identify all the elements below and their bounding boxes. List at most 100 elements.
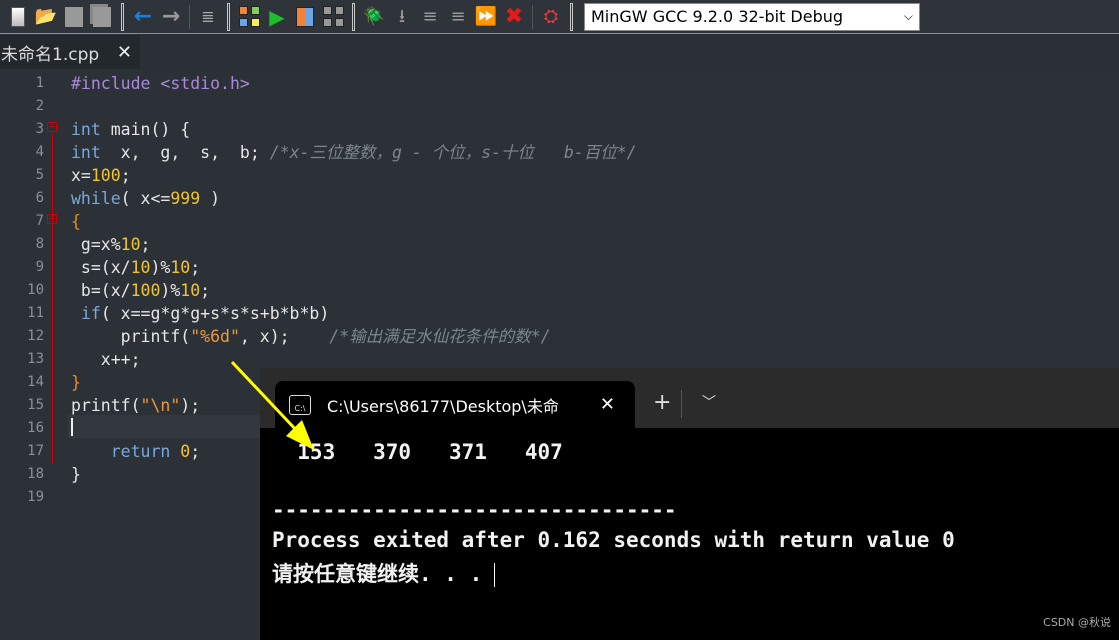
save-all-icon[interactable] bbox=[90, 5, 114, 29]
code-token: 10 bbox=[180, 281, 201, 300]
code-line: printf("%6d", x); /*输出满足水仙花条件的数*/ bbox=[71, 325, 551, 348]
close-icon[interactable]: ✕ bbox=[117, 42, 132, 63]
code-token: 0 bbox=[180, 442, 191, 461]
code-token: /*输出满足水仙花条件的数*/ bbox=[329, 327, 551, 346]
code-token: printf( bbox=[71, 327, 191, 346]
code-line: } bbox=[71, 463, 81, 486]
terminal-line: Process exited after 0.162 seconds with … bbox=[272, 528, 955, 552]
code-token: { bbox=[71, 212, 81, 231]
new-tab-button[interactable]: + bbox=[653, 390, 671, 415]
terminal-line: 153 370 371 407 bbox=[272, 440, 563, 464]
toolbar: 📂 ← → ≣ ▶ 🪲 ⭳ ≡ ≡ ⏩ ✖ ⛭ MinGW GCC 9.2.0 … bbox=[0, 0, 1119, 34]
fold-toggle-icon[interactable] bbox=[47, 122, 57, 132]
back-arrow-icon[interactable]: ← bbox=[131, 5, 155, 29]
toolbar-divider bbox=[532, 4, 533, 29]
compiler-select-value: MinGW GCC 9.2.0 32-bit Debug bbox=[591, 7, 844, 26]
chevron-down-icon[interactable]: ﹀ bbox=[702, 392, 716, 412]
code-line: x++; bbox=[71, 348, 141, 371]
new-file-icon[interactable] bbox=[6, 5, 30, 29]
code-token: ; bbox=[120, 166, 131, 185]
close-icon[interactable]: ✕ bbox=[600, 394, 615, 415]
toolbar-separator bbox=[227, 2, 230, 31]
code-token: } bbox=[71, 465, 81, 484]
line-number: 15 bbox=[27, 397, 44, 413]
code-token: ); bbox=[180, 396, 201, 415]
terminal-cursor bbox=[494, 563, 496, 587]
line-number: 3 bbox=[35, 121, 44, 137]
terminal-line: 请按任意键继续. . . bbox=[272, 558, 496, 588]
chevron-down-icon: ⌵ bbox=[903, 9, 913, 23]
debug-bug-icon[interactable]: 🪲 bbox=[362, 5, 386, 29]
toolbar-separator bbox=[570, 2, 573, 31]
code-token: g=x% bbox=[71, 235, 121, 254]
line-number: 1 bbox=[35, 75, 44, 91]
step-icon[interactable]: ⭳ bbox=[390, 5, 414, 29]
save-icon[interactable] bbox=[62, 5, 86, 29]
open-folder-icon[interactable]: 📂 bbox=[34, 5, 58, 29]
line-number: 4 bbox=[35, 144, 44, 160]
code-token: printf( bbox=[71, 396, 141, 415]
code-token: while bbox=[71, 189, 121, 208]
code-line: while( x<=999 ) bbox=[71, 187, 220, 210]
terminal-tab-title: C:\Users\86177\Desktop\未命 bbox=[327, 396, 559, 416]
code-token: #include <stdio.h> bbox=[71, 74, 250, 93]
file-tab-bar: 未命名1.cpp ✕ bbox=[0, 35, 1119, 69]
forward-arrow-icon[interactable]: → bbox=[159, 5, 183, 29]
stop-icon[interactable]: ✖ bbox=[502, 5, 526, 29]
line-number: 6 bbox=[35, 190, 44, 206]
compiler-select[interactable]: MinGW GCC 9.2.0 32-bit Debug ⌵ bbox=[584, 2, 920, 31]
code-token: 100 bbox=[130, 281, 161, 300]
line-number: 11 bbox=[27, 305, 44, 321]
toolbar-separator bbox=[121, 2, 124, 31]
line-number: 2 bbox=[35, 98, 44, 114]
tab-divider bbox=[681, 390, 682, 418]
code-token: "%6d" bbox=[190, 327, 240, 346]
code-token: ) bbox=[200, 189, 221, 208]
toolbar-divider bbox=[189, 4, 190, 29]
line-number: 8 bbox=[35, 236, 44, 252]
profile-icon[interactable]: ⛭ bbox=[539, 5, 563, 29]
terminal-line: -------------------------------- bbox=[272, 498, 677, 522]
run-icon[interactable]: ▶ bbox=[265, 5, 289, 29]
step-into-icon[interactable]: ≡ bbox=[418, 5, 442, 29]
tab-label: 未命名1.cpp bbox=[1, 44, 100, 65]
compile-run-icon[interactable] bbox=[293, 5, 317, 29]
continue-icon[interactable]: ⏩ bbox=[474, 5, 498, 29]
code-token: return bbox=[110, 442, 171, 461]
code-token: } bbox=[71, 373, 81, 392]
code-token: ; bbox=[200, 281, 211, 300]
code-token: )% bbox=[150, 258, 171, 277]
format-icon[interactable]: ≣ bbox=[196, 5, 220, 29]
step-out-icon[interactable]: ≡ bbox=[446, 5, 470, 29]
line-number: 13 bbox=[27, 351, 44, 367]
code-line: printf("\n"); bbox=[71, 394, 200, 417]
code-token: 100 bbox=[90, 166, 121, 185]
code-token: int bbox=[71, 143, 101, 162]
code-line: x=100; bbox=[71, 164, 131, 187]
compile-icon[interactable] bbox=[237, 5, 261, 29]
terminal-window: C:\ C:\Users\86177\Desktop\未命 ✕ + ﹀ 153 … bbox=[260, 368, 1119, 640]
line-number: 10 bbox=[27, 282, 44, 298]
code-token: x, g, s, b; bbox=[100, 143, 270, 162]
fold-toggle-icon[interactable] bbox=[47, 214, 57, 224]
code-token: x++; bbox=[71, 350, 141, 369]
code-line: } bbox=[71, 371, 81, 394]
line-number: 19 bbox=[27, 489, 44, 505]
code-line: int main() { bbox=[71, 118, 190, 141]
code-token: "\n" bbox=[140, 396, 181, 415]
code-line: b=(x/100)%10; bbox=[71, 279, 210, 302]
code-line: #include <stdio.h> bbox=[71, 72, 250, 95]
rebuild-icon[interactable] bbox=[321, 5, 345, 29]
code-token: x= bbox=[71, 166, 91, 185]
line-number: 9 bbox=[35, 259, 44, 275]
code-token: main() { bbox=[100, 120, 191, 139]
code-token: int bbox=[71, 120, 101, 139]
terminal-tab[interactable]: C:\ C:\Users\86177\Desktop\未命 ✕ bbox=[275, 381, 635, 428]
code-token: , x); bbox=[239, 327, 330, 346]
code-token: 10 bbox=[130, 258, 151, 277]
line-number: 12 bbox=[27, 328, 44, 344]
tab-file[interactable]: 未命名1.cpp ✕ bbox=[0, 35, 140, 69]
line-number-gutter: 1 2 3 4 5 6 7 8 9 10 11 12 13 14 15 16 17 18 19 bbox=[0, 70, 68, 640]
